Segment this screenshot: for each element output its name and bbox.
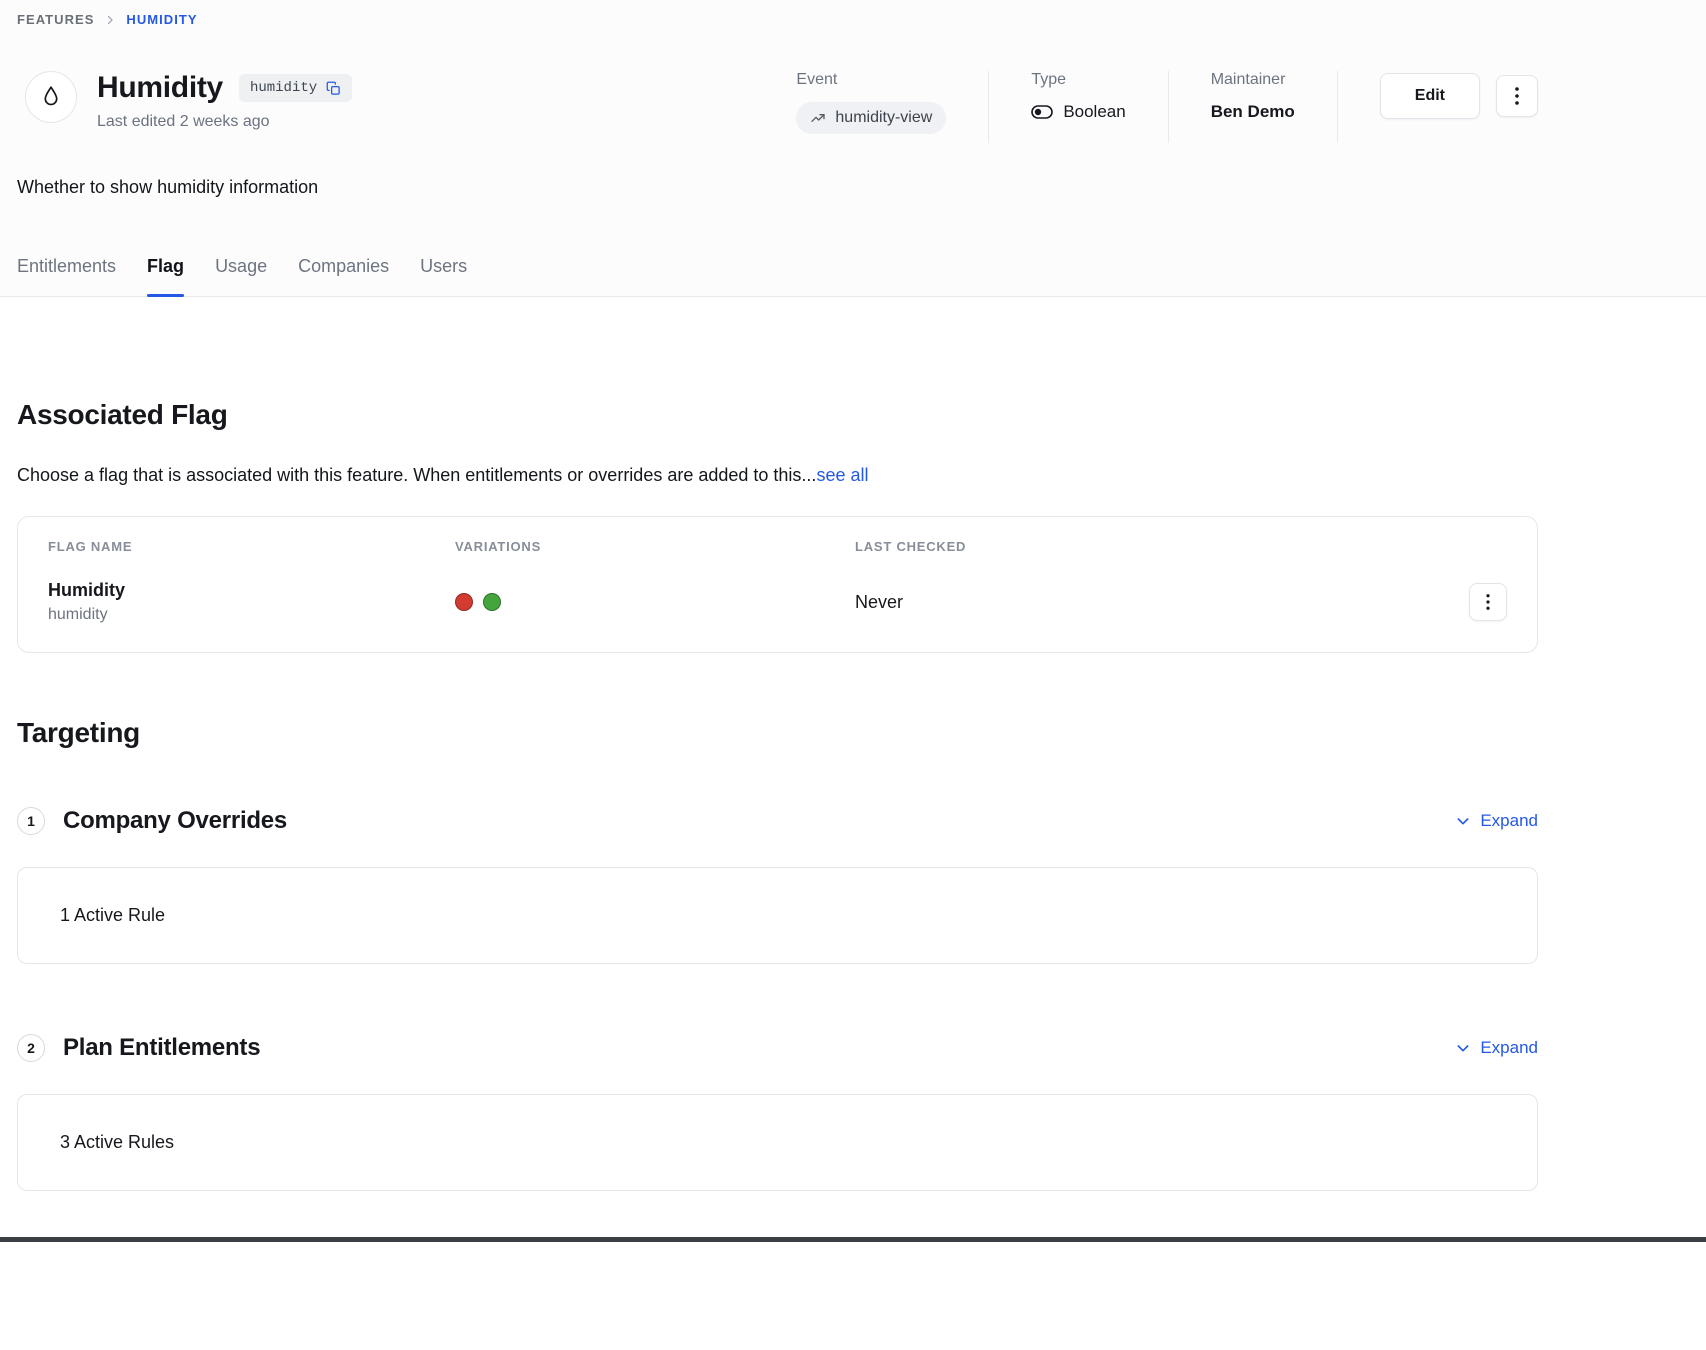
tab-flag[interactable]: Flag: [147, 256, 184, 296]
title-block: Humidity humidity: [97, 71, 352, 131]
breadcrumb: FEATURES HUMIDITY: [17, 12, 1538, 27]
expand-company-overrides-link[interactable]: Expand: [1455, 811, 1538, 831]
tab-entitlements[interactable]: Entitlements: [17, 256, 116, 296]
associated-flag-description: Choose a flag that is associated with th…: [17, 465, 1538, 486]
variations-cell: [455, 593, 855, 611]
flag-slug: humidity: [48, 606, 455, 624]
edit-button[interactable]: Edit: [1380, 73, 1480, 119]
plan-entitlements-summary: 3 Active Rules: [60, 1132, 174, 1152]
feature-key-badge[interactable]: humidity: [239, 74, 352, 102]
tab-usage[interactable]: Usage: [215, 256, 267, 296]
associated-flag-table: FLAG NAME VARIATIONS LAST CHECKED Humidi…: [17, 516, 1538, 653]
associated-flag-description-text: Choose a flag that is associated with th…: [17, 465, 816, 485]
copy-icon[interactable]: [326, 81, 341, 96]
feature-detail-page: FEATURES HUMIDITY Humidity: [0, 0, 1706, 1191]
company-overrides-summary-card[interactable]: 1 Active Rule: [17, 867, 1538, 964]
section-number-badge: 2: [17, 1034, 45, 1062]
tab-users[interactable]: Users: [420, 256, 467, 296]
chevron-down-icon: [1455, 813, 1471, 829]
event-label: Event: [796, 71, 946, 89]
plan-entitlements-heading: 2 Plan Entitlements: [17, 1034, 260, 1062]
flag-name: Humidity: [48, 580, 455, 601]
maintainer-value: Ben Demo: [1211, 102, 1295, 122]
plan-entitlements-header: 2 Plan Entitlements Expand: [17, 1034, 1538, 1062]
see-all-link[interactable]: see all: [816, 465, 868, 485]
column-header-last-checked: LAST CHECKED: [855, 539, 1463, 554]
droplet-icon: [25, 71, 77, 123]
company-overrides-section: 1 Company Overrides Expand 1 Active Rule: [17, 807, 1538, 964]
event-value: humidity-view: [835, 109, 932, 127]
tab-bar: Entitlements Flag Usage Companies Users: [0, 256, 1706, 296]
targeting-title: Targeting: [17, 717, 1538, 749]
column-header-flag-name: FLAG NAME: [48, 539, 455, 554]
feature-key: humidity: [250, 80, 317, 96]
table-row-flag-name-cell[interactable]: Humidity humidity: [48, 580, 455, 624]
plan-entitlements-summary-card[interactable]: 3 Active Rules: [17, 1094, 1538, 1191]
variation-on-dot: [483, 593, 501, 611]
section-number-badge: 1: [17, 807, 45, 835]
meta-event: Event humidity-view: [796, 71, 989, 143]
meta-maintainer: Maintainer Ben Demo: [1211, 71, 1338, 143]
feature-description: Whether to show humidity information: [17, 177, 1538, 198]
tab-companies[interactable]: Companies: [298, 256, 389, 296]
toggle-icon: [1031, 105, 1053, 119]
type-value-row: Boolean: [1031, 102, 1125, 122]
expand-label: Expand: [1480, 1038, 1538, 1058]
kebab-icon: [1515, 87, 1519, 105]
trending-up-icon: [810, 110, 826, 126]
feature-header: FEATURES HUMIDITY Humidity: [0, 0, 1706, 297]
meta-type: Type Boolean: [1031, 71, 1168, 143]
kebab-icon: [1486, 594, 1490, 610]
expand-label: Expand: [1480, 811, 1538, 831]
variation-off-dot: [455, 593, 473, 611]
header-actions: Edit: [1380, 73, 1538, 119]
breadcrumb-humidity[interactable]: HUMIDITY: [126, 12, 197, 27]
company-overrides-title: Company Overrides: [63, 807, 287, 835]
plan-entitlements-section: 2 Plan Entitlements Expand 3 Active Rule…: [17, 1034, 1538, 1191]
company-overrides-header: 1 Company Overrides Expand: [17, 807, 1538, 835]
last-edited-text: Last edited 2 weeks ago: [97, 113, 352, 131]
flag-tab-content: Associated Flag Choose a flag that is as…: [0, 399, 1706, 1191]
event-pill[interactable]: humidity-view: [796, 102, 946, 134]
page-bottom-edge: [0, 1237, 1706, 1242]
feature-identity: Humidity humidity: [17, 71, 352, 131]
associated-flag-title: Associated Flag: [17, 399, 1538, 431]
maintainer-label: Maintainer: [1211, 71, 1295, 89]
chevron-right-icon: [104, 14, 116, 26]
breadcrumb-features[interactable]: FEATURES: [17, 12, 94, 27]
chevron-down-icon: [1455, 1040, 1471, 1056]
last-checked-value: Never: [855, 592, 1463, 613]
column-header-variations: VARIATIONS: [455, 539, 855, 554]
feature-meta: Event humidity-view Typ: [796, 71, 1538, 143]
type-value: Boolean: [1063, 102, 1125, 122]
feature-title-row: Humidity humidity: [17, 71, 1538, 143]
company-overrides-heading: 1 Company Overrides: [17, 807, 287, 835]
company-overrides-summary: 1 Active Rule: [60, 905, 165, 925]
type-label: Type: [1031, 71, 1125, 89]
plan-entitlements-title: Plan Entitlements: [63, 1034, 260, 1062]
expand-plan-entitlements-link[interactable]: Expand: [1455, 1038, 1538, 1058]
flag-row-kebab-menu-button[interactable]: [1469, 583, 1507, 621]
header-kebab-menu-button[interactable]: [1496, 75, 1538, 117]
page-title: Humidity: [97, 71, 223, 105]
